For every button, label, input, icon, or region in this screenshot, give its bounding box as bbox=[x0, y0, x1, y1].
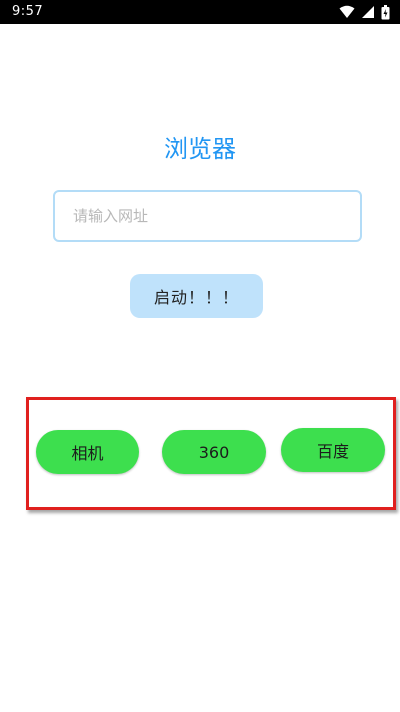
status-time: 9:57 bbox=[12, 4, 44, 19]
wifi-icon bbox=[339, 5, 355, 19]
camera-button[interactable]: 相机 bbox=[36, 430, 139, 474]
status-bar: 9:57 bbox=[0, 0, 400, 24]
app-title: 浏览器 bbox=[164, 135, 236, 163]
url-input[interactable] bbox=[53, 190, 362, 242]
battery-icon bbox=[381, 4, 390, 20]
start-button[interactable]: 启动！！！ bbox=[130, 274, 263, 318]
baidu-button[interactable]: 百度 bbox=[281, 428, 385, 472]
browser-360-button[interactable]: 360 bbox=[162, 430, 266, 474]
status-icons bbox=[339, 4, 390, 20]
signal-icon bbox=[361, 5, 375, 19]
